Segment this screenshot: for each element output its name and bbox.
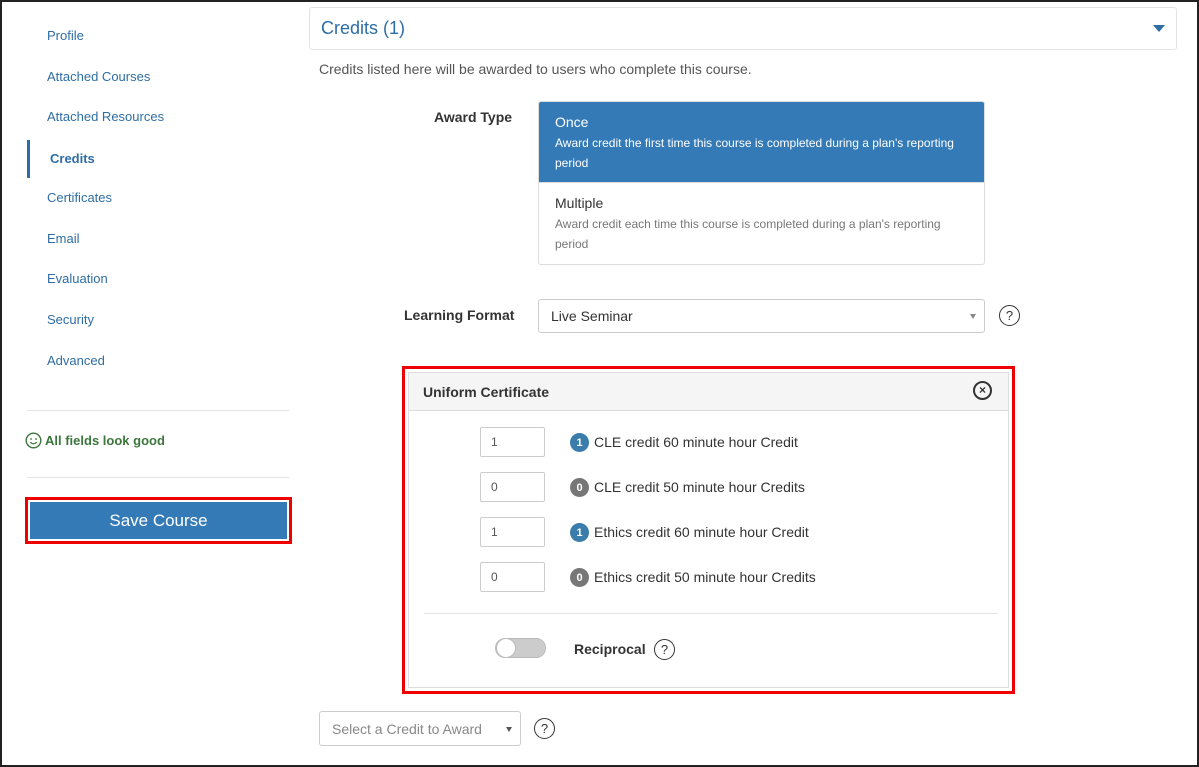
award-credit-placeholder: Select a Credit to Award xyxy=(332,720,482,737)
panel-intro: Credits listed here will be awarded to u… xyxy=(319,61,752,77)
sidebar-item-attached-resources[interactable]: Attached Resources xyxy=(27,99,289,135)
credit-row: 1 Ethics credit 60 minute hour Credit xyxy=(409,517,1009,547)
award-option-desc: Award credit the first time this course … xyxy=(555,136,954,170)
award-credit-help-icon[interactable]: ? xyxy=(534,718,555,739)
sidebar-item-security[interactable]: Security xyxy=(27,302,289,338)
certificate-title: Uniform Certificate xyxy=(423,384,550,400)
toggle-knob xyxy=(496,638,516,658)
certificate-highlight: Uniform Certificate × 1 CLE credit 60 mi… xyxy=(402,366,1015,694)
credit-amount-input[interactable] xyxy=(480,562,545,592)
sidebar-item-advanced[interactable]: Advanced xyxy=(27,343,289,379)
credits-panel-header[interactable]: Credits (1) xyxy=(309,7,1177,50)
credit-row: 1 CLE credit 60 minute hour Credit xyxy=(409,427,1009,457)
certificate-header: Uniform Certificate × xyxy=(409,373,1008,411)
save-button-highlight: Save Course xyxy=(25,497,292,544)
credit-label: CLE credit 60 minute hour Credit xyxy=(594,434,798,450)
credit-amount-input[interactable] xyxy=(480,472,545,502)
sidebar-divider xyxy=(27,410,289,411)
award-option-multiple[interactable]: Multiple Award credit each time this cou… xyxy=(539,183,984,264)
reciprocal-help-icon[interactable]: ? xyxy=(654,639,675,660)
caret-down-icon[interactable] xyxy=(1153,25,1165,32)
panel-title: Credits (1) xyxy=(321,18,406,38)
save-course-button[interactable]: Save Course xyxy=(30,502,287,539)
reciprocal-label: Reciprocal xyxy=(574,641,646,657)
sidebar-item-certificates[interactable]: Certificates xyxy=(27,180,289,216)
sidebar-divider xyxy=(27,477,289,478)
certificate-divider xyxy=(424,613,998,614)
learning-format-select[interactable]: Live Seminar xyxy=(538,299,985,333)
credit-label: Ethics credit 50 minute hour Credits xyxy=(594,569,816,585)
credit-row: 0 CLE credit 50 minute hour Credits xyxy=(409,472,1009,502)
credit-label: Ethics credit 60 minute hour Credit xyxy=(594,524,809,540)
sidebar-item-email[interactable]: Email xyxy=(27,221,289,257)
award-option-title: Multiple xyxy=(555,195,604,211)
award-option-desc: Award credit each time this course is co… xyxy=(555,217,941,251)
dropdown-arrow-icon xyxy=(506,726,512,732)
smile-icon xyxy=(25,432,42,449)
award-option-once[interactable]: Once Award credit the first time this co… xyxy=(539,102,984,183)
award-type-label: Award Type xyxy=(434,109,513,125)
learning-format-value: Live Seminar xyxy=(551,308,633,324)
sidebar-item-evaluation[interactable]: Evaluation xyxy=(27,261,289,297)
sidebar-item-credits[interactable]: Credits xyxy=(27,140,289,178)
validation-status-text: All fields look good xyxy=(45,433,165,448)
close-icon[interactable]: × xyxy=(973,381,992,400)
credit-count-badge: 0 xyxy=(570,478,589,497)
credit-row: 0 Ethics credit 50 minute hour Credits xyxy=(409,562,1009,592)
credit-amount-input[interactable] xyxy=(480,427,545,457)
credit-count-badge: 0 xyxy=(570,568,589,587)
dropdown-arrow-icon xyxy=(970,314,976,319)
award-option-title: Once xyxy=(555,114,589,130)
validation-status: All fields look good xyxy=(25,432,165,449)
reciprocal-toggle[interactable] xyxy=(495,638,546,658)
uniform-certificate-box: Uniform Certificate × 1 CLE credit 60 mi… xyxy=(408,372,1009,688)
credit-amount-input[interactable] xyxy=(480,517,545,547)
sidebar-item-profile[interactable]: Profile xyxy=(27,18,289,54)
credit-label: CLE credit 50 minute hour Credits xyxy=(594,479,805,495)
learning-format-label: Learning Format xyxy=(404,307,515,323)
award-type-list: Once Award credit the first time this co… xyxy=(538,101,985,265)
credit-count-badge: 1 xyxy=(570,523,589,542)
award-credit-select[interactable]: Select a Credit to Award xyxy=(319,711,521,746)
learning-format-help-icon[interactable]: ? xyxy=(999,305,1020,326)
sidebar-item-attached-courses[interactable]: Attached Courses xyxy=(27,59,289,95)
credit-count-badge: 1 xyxy=(570,433,589,452)
